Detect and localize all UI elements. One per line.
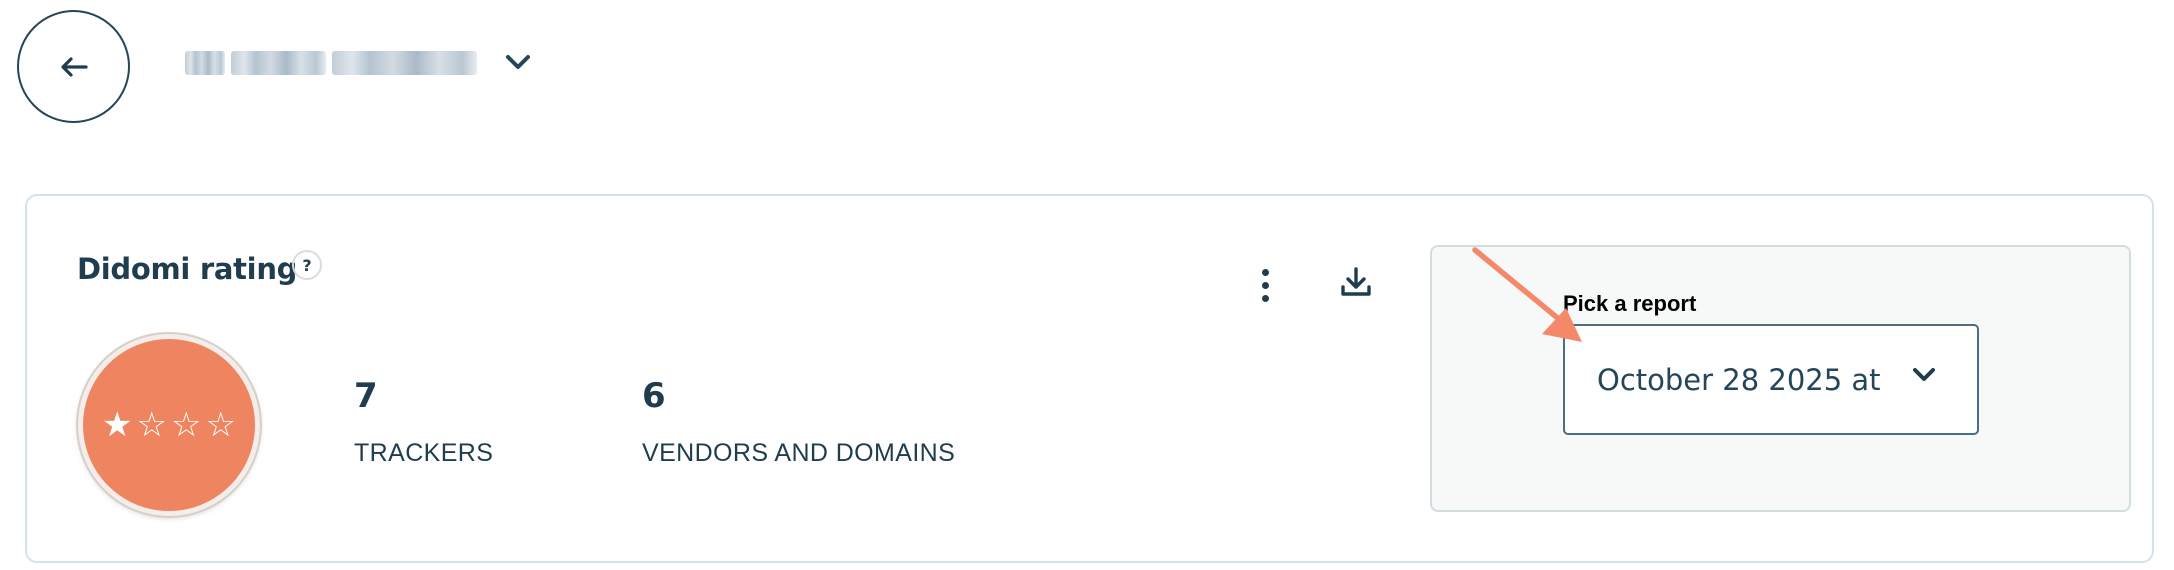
star-filled-icon: ★: [102, 405, 133, 445]
report-select-value: October 28 2025 at: [1597, 362, 1881, 397]
report-select[interactable]: October 28 2025 at: [1563, 324, 1979, 435]
stat-vendors: 6 VENDORS AND DOMAINS: [642, 379, 955, 468]
arrow-left-icon: [60, 56, 88, 77]
help-icon[interactable]: ?: [292, 250, 322, 280]
rating-badge: ★ ☆ ☆ ☆: [78, 334, 260, 516]
download-button[interactable]: [1332, 258, 1380, 306]
kebab-dot: [1261, 294, 1269, 302]
report-picker-label: Pick a report: [1563, 291, 1697, 316]
more-options-button[interactable]: [1252, 263, 1278, 307]
card-title: Didomi rating: [77, 252, 298, 286]
stat-label: TRACKERS: [354, 439, 494, 467]
stat-trackers: 7 TRACKERS: [354, 379, 493, 468]
stat-value: 7: [354, 376, 378, 416]
star-empty-icon: ☆: [136, 405, 167, 445]
back-button[interactable]: [17, 10, 130, 123]
site-selector-chevron[interactable]: [500, 44, 536, 80]
chevron-down-icon: [506, 55, 530, 69]
kebab-dot: [1261, 268, 1269, 276]
stat-value: 6: [642, 376, 666, 416]
stat-label: VENDORS AND DOMAINS: [642, 439, 956, 467]
star-empty-icon: ☆: [171, 405, 202, 445]
report-picker-panel: Pick a report October 28 2025 at: [1430, 245, 2131, 512]
chevron-down-icon: [1913, 368, 1935, 381]
star-empty-icon: ☆: [205, 405, 236, 445]
download-icon: [1341, 267, 1371, 296]
rating-card: Didomi rating ? ★ ☆ ☆ ☆ 7 TRACKERS 6 VEN…: [25, 194, 2154, 563]
kebab-dot: [1261, 281, 1269, 289]
site-name-redacted: [185, 42, 485, 84]
